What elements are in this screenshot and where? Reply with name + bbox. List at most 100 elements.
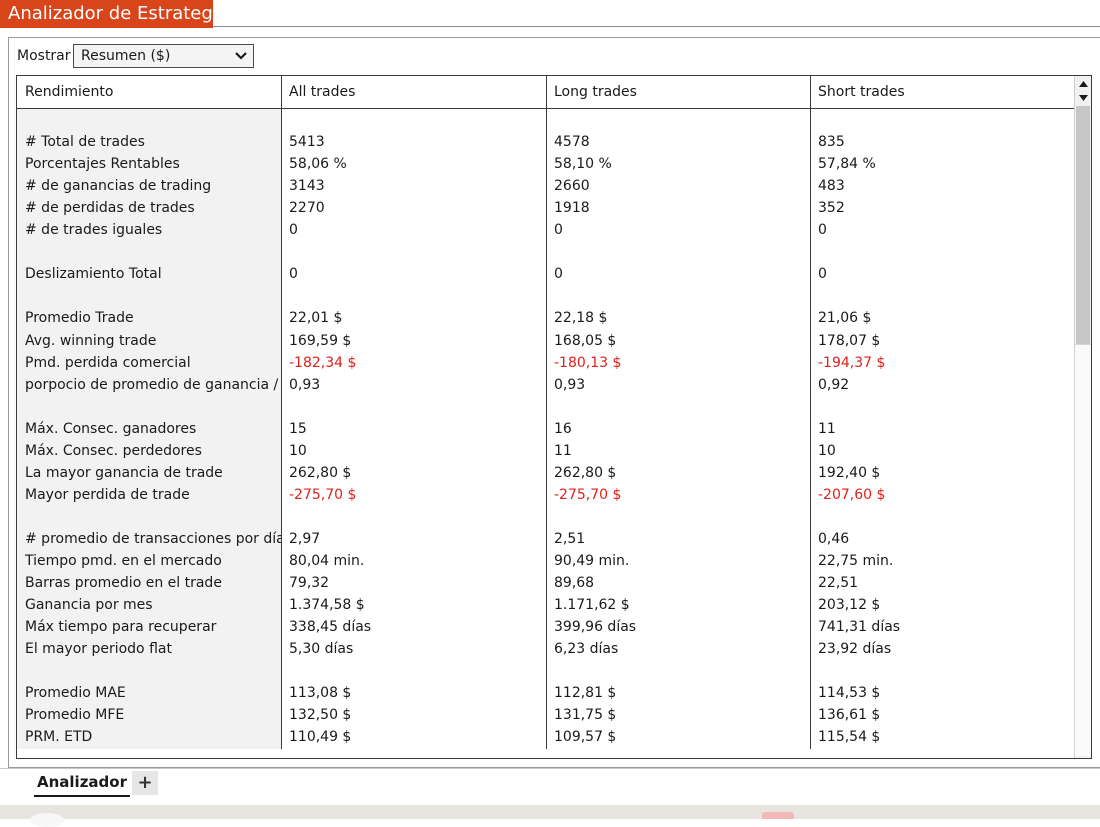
metric-label xyxy=(17,285,281,307)
table-row: Mayor perdida de trade -275,70 $ -275,70 $… xyxy=(17,484,1074,506)
long-trades-value: 0 xyxy=(554,266,563,283)
long-trades-value xyxy=(546,396,810,418)
all-trades-value: 79,32 xyxy=(289,575,330,592)
taskbar-item xyxy=(30,813,64,827)
metric-label: Barras promedio en el trade xyxy=(25,575,222,592)
header-long-trades[interactable]: Long trades xyxy=(546,76,810,108)
long-trades-value: 262,80 $ xyxy=(554,464,617,481)
short-trades-value: 0 xyxy=(818,266,827,283)
long-trades-value: 1.171,62 $ xyxy=(554,597,630,614)
vertical-scrollbar[interactable] xyxy=(1074,76,1091,758)
all-trades-value: 10 xyxy=(289,442,307,459)
short-trades-value: 22,75 min. xyxy=(818,553,894,569)
metric-label: Promedio Trade xyxy=(25,310,134,327)
table-row: Ganancia por mes 1.374,58 $ 1.171,62 $ 203,… xyxy=(17,594,1074,616)
metric-label xyxy=(17,660,281,682)
long-trades-value: 109,57 $ xyxy=(554,729,617,746)
metric-label: Máx tiempo para recuperar xyxy=(25,619,217,636)
metric-label: Porcentajes Rentables xyxy=(25,156,180,173)
long-trades-value: 0,93 xyxy=(554,376,586,393)
metric-label: Promedio MFE xyxy=(25,707,125,724)
metric-label: Ganancia por mes xyxy=(25,597,153,614)
all-trades-value: 3143 xyxy=(289,178,325,195)
long-trades-value: 22,18 $ xyxy=(554,310,608,327)
scrollbar-track[interactable] xyxy=(1075,344,1091,756)
header-metric[interactable]: Rendimiento xyxy=(17,76,281,108)
metric-label: Máx. Consec. perdedores xyxy=(25,442,202,459)
arrow-down-icon[interactable] xyxy=(1076,91,1091,105)
table-row: Promedio MAE 113,08 $ 112,81 $ 114,53 $ xyxy=(17,682,1074,704)
grid-body: # Total de trades 5413 4578 835 Porcentajes … xyxy=(17,109,1074,758)
long-trades-value: -275,70 $ xyxy=(554,486,622,503)
short-trades-value: 835 xyxy=(818,134,845,151)
metric-label: Promedio MAE xyxy=(25,685,126,702)
all-trades-value: 0 xyxy=(289,222,298,239)
all-trades-value xyxy=(281,109,546,131)
header-short-trades[interactable]: Short trades xyxy=(810,76,1074,108)
table-row: Barras promedio en el trade 79,32 89,68 22,… xyxy=(17,572,1074,594)
short-trades-value xyxy=(810,285,1074,307)
short-trades-value xyxy=(810,396,1074,418)
header-divider xyxy=(546,76,547,109)
metric-label xyxy=(17,109,281,131)
table-row: # Total de trades 5413 4578 835 xyxy=(17,131,1074,153)
table-row xyxy=(17,241,1074,263)
header-divider xyxy=(281,76,282,109)
plus-icon[interactable]: + xyxy=(132,771,158,795)
window-title-tab[interactable]: Analizador de Estrategia xyxy=(0,0,229,28)
show-select-value: Resumen ($) xyxy=(81,48,171,64)
long-trades-value: 131,75 $ xyxy=(554,707,617,724)
all-trades-value: 5,30 días xyxy=(289,641,354,658)
all-trades-value: -182,34 $ xyxy=(289,354,357,371)
metric-label: # Total de trades xyxy=(25,134,145,151)
long-trades-value: 6,23 días xyxy=(554,641,619,658)
table-row xyxy=(17,109,1074,131)
window-title: Analizador de Estrategia xyxy=(8,3,229,24)
all-trades-value: 110,49 $ xyxy=(289,729,352,746)
metric-label: Avg. winning trade xyxy=(25,332,157,349)
all-trades-value: 80,04 min. xyxy=(289,553,365,569)
long-trades-value: 112,81 $ xyxy=(554,685,617,702)
table-row xyxy=(17,285,1074,307)
long-trades-value xyxy=(546,241,810,263)
metric-label: Mayor perdida de trade xyxy=(25,486,190,503)
long-trades-value: 89,68 xyxy=(554,575,595,592)
long-trades-value xyxy=(546,506,810,528)
metric-label: Deslizamiento Total xyxy=(25,266,162,283)
arrow-up-icon[interactable] xyxy=(1076,77,1091,91)
long-trades-value xyxy=(546,109,810,131)
all-trades-value: 132,50 $ xyxy=(289,707,352,724)
show-select[interactable]: Resumen ($) xyxy=(73,44,254,68)
short-trades-value xyxy=(810,109,1074,131)
table-row: porpocio de promedio de ganancia / pé 0,9… xyxy=(17,374,1074,396)
metric-label xyxy=(17,506,281,528)
table-row: PRM. ETD 110,49 $ 109,57 $ 115,54 $ xyxy=(17,726,1074,748)
all-trades-value: 2270 xyxy=(289,200,325,217)
long-trades-value: 58,10 % xyxy=(554,156,612,173)
long-trades-value: 168,05 $ xyxy=(554,332,617,349)
header-all-trades[interactable]: All trades xyxy=(281,76,546,108)
table-row xyxy=(17,506,1074,528)
short-trades-value: 203,12 $ xyxy=(818,597,881,614)
table-row: Avg. winning trade 169,59 $ 168,05 $ 178,07… xyxy=(17,330,1074,352)
short-trades-value: 21,06 $ xyxy=(818,310,872,327)
tab-bar: Analizador + xyxy=(0,768,1100,805)
metric-label: El mayor periodo flat xyxy=(25,641,172,658)
scrollbar-thumb[interactable] xyxy=(1076,106,1090,344)
performance-grid: Rendimiento All trades Long trades Short… xyxy=(16,75,1092,759)
short-trades-value: 741,31 días xyxy=(818,619,901,636)
short-trades-value: 352 xyxy=(818,200,845,217)
table-row: # promedio de transacciones por día 2,97 2… xyxy=(17,528,1074,550)
table-row: Promedio Trade 22,01 $ 22,18 $ 21,06 $ xyxy=(17,307,1074,329)
all-trades-value: -275,70 $ xyxy=(289,486,357,503)
grid-header-row: Rendimiento All trades Long trades Short… xyxy=(17,76,1074,109)
tab-analizador[interactable]: Analizador xyxy=(34,769,130,797)
short-trades-value: 136,61 $ xyxy=(818,707,881,724)
table-row xyxy=(17,660,1074,682)
long-trades-value: 399,96 días xyxy=(554,619,637,636)
all-trades-value xyxy=(281,241,546,263)
short-trades-value: 10 xyxy=(818,442,836,459)
long-trades-value: 0 xyxy=(554,222,563,239)
table-row: Promedio MFE 132,50 $ 131,75 $ 136,61 $ xyxy=(17,704,1074,726)
table-row: Máx tiempo para recuperar 338,45 días 399,… xyxy=(17,616,1074,638)
